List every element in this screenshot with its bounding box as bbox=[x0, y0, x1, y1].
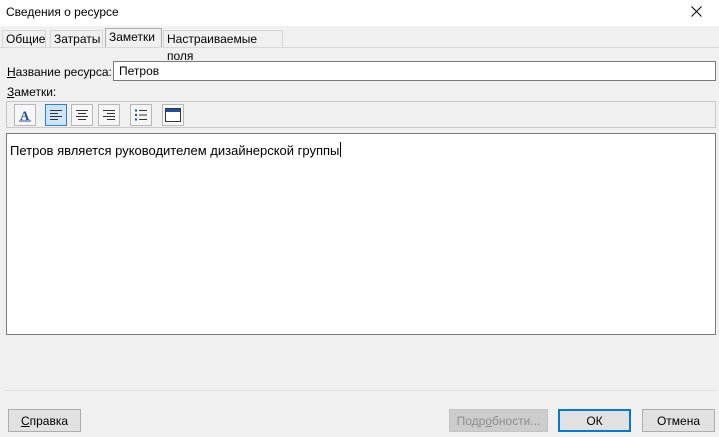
tab-notes[interactable]: Заметки bbox=[105, 28, 162, 48]
tab-strip: Общие Затраты Заметки Настраиваемые поля bbox=[0, 28, 719, 63]
window-title: Сведения о ресурсе bbox=[6, 5, 119, 19]
resource-name-input[interactable] bbox=[113, 61, 716, 81]
close-button[interactable] bbox=[673, 0, 719, 26]
bullets-button[interactable] bbox=[130, 104, 152, 126]
font-icon: A bbox=[18, 108, 32, 122]
tab-general[interactable]: Общие bbox=[2, 30, 46, 47]
details-button-label: Подробности... bbox=[456, 413, 541, 428]
notes-label-text: аметки: bbox=[14, 85, 57, 99]
align-right-icon bbox=[102, 109, 116, 121]
tab-divider bbox=[0, 47, 719, 48]
bullets-icon bbox=[134, 108, 148, 122]
notes-toolbar: A bbox=[6, 101, 716, 128]
help-button[interactable]: Справка bbox=[8, 409, 81, 432]
cancel-button[interactable]: Отмена bbox=[642, 409, 715, 432]
details-button[interactable]: Подробности... bbox=[449, 409, 548, 432]
ok-button-label: ОК bbox=[586, 413, 603, 428]
notes-label: Заметки: bbox=[7, 85, 57, 99]
tab-custom-fields[interactable]: Настраиваемые поля bbox=[163, 30, 283, 63]
help-button-label: Справка bbox=[20, 413, 69, 428]
svg-text:A: A bbox=[20, 108, 30, 122]
footer-divider bbox=[6, 390, 716, 391]
notes-textarea[interactable]: Петров является руководителем дизайнерск… bbox=[6, 133, 716, 335]
align-center-button[interactable] bbox=[71, 104, 93, 126]
align-left-icon bbox=[49, 109, 63, 121]
insert-object-button[interactable] bbox=[162, 104, 184, 126]
align-left-button[interactable] bbox=[45, 104, 67, 126]
resource-name-label: Название ресурса: bbox=[7, 65, 112, 79]
title-bar: Сведения о ресурсе bbox=[0, 0, 719, 26]
notes-content: Петров является руководителем дизайнерск… bbox=[10, 142, 342, 158]
font-button[interactable]: A bbox=[14, 104, 36, 126]
insert-object-icon bbox=[165, 108, 181, 122]
tab-costs[interactable]: Затраты bbox=[50, 30, 103, 47]
align-center-icon bbox=[75, 109, 89, 121]
ok-button[interactable]: ОК bbox=[558, 409, 631, 432]
close-icon bbox=[690, 4, 702, 22]
cancel-button-label: Отмена bbox=[656, 413, 701, 428]
text-caret bbox=[340, 142, 342, 157]
resource-name-label-text: азвание ресурса: bbox=[15, 65, 112, 79]
align-right-button[interactable] bbox=[98, 104, 120, 126]
